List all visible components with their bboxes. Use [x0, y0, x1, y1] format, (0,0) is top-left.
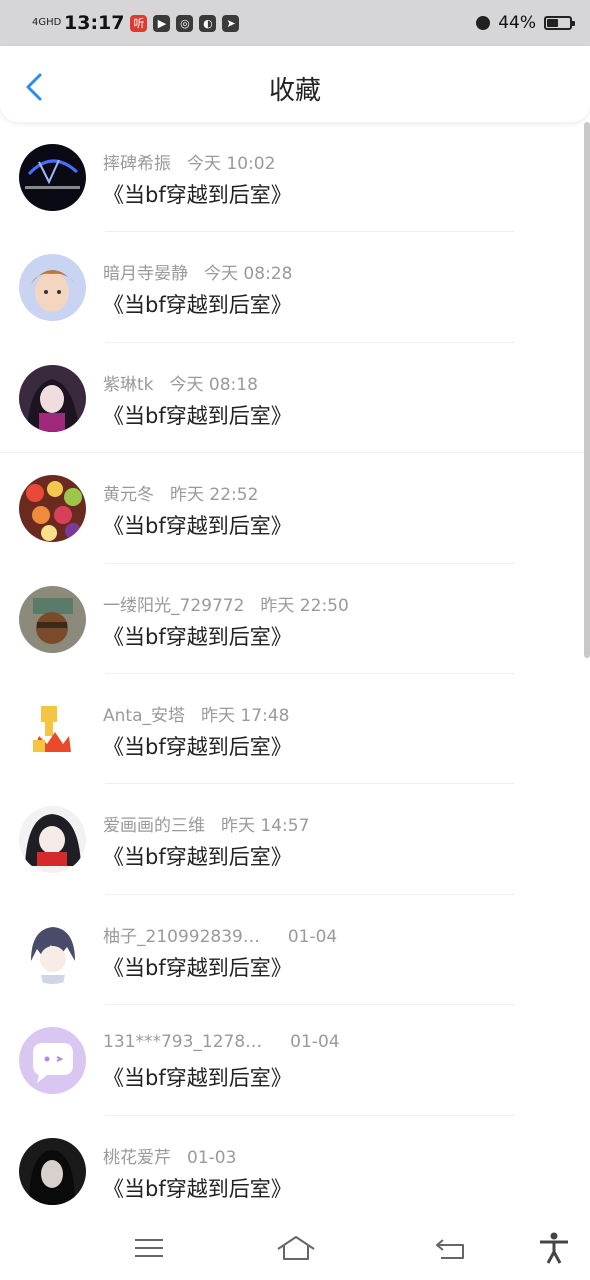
list-item[interactable]: Anta_安塔 昨天 17:48 《当bf穿越到后室》	[0, 674, 590, 785]
username[interactable]: 桃花爱芹	[103, 1148, 171, 1168]
favorites-list[interactable]: 摔碑希振 今天 10:02 《当bf穿越到后室》 暗月寺晏静 今天 08:28 《当…	[0, 122, 590, 1216]
list-item[interactable]: 131***793_1278… 01-04 《当bf穿越到后室》	[0, 1005, 590, 1116]
timestamp: 01-03	[187, 1147, 237, 1168]
avatar[interactable]	[19, 1027, 86, 1095]
username[interactable]: 暗月寺晏静	[103, 264, 188, 284]
menu-icon[interactable]	[131, 1232, 167, 1264]
comment-text[interactable]: 《当bf穿越到后室》	[103, 400, 292, 430]
status-time: 13:17	[64, 12, 125, 34]
list-item[interactable]: 紫琳tk 今天 08:18 《当bf穿越到后室》	[0, 343, 590, 454]
timestamp: 今天 10:02	[187, 154, 276, 174]
comment-text[interactable]: 《当bf穿越到后室》	[103, 1173, 292, 1203]
list-item[interactable]: 黄元冬 昨天 22:52 《当bf穿越到后室》	[0, 453, 590, 564]
list-item[interactable]: 一缕阳光_729772 昨天 22:50 《当bf穿越到后室》	[0, 564, 590, 674]
avatar[interactable]	[19, 144, 86, 211]
status-bar: 4GHD 13:17 听 ▶ ◎ ◐ ➤ 44%	[0, 0, 590, 46]
comment-text[interactable]: 《当bf穿越到后室》	[103, 289, 292, 319]
comment-text[interactable]: 《当bf穿越到后室》	[103, 621, 292, 651]
comment-text[interactable]: 《当bf穿越到后室》	[103, 841, 292, 871]
comment-text[interactable]: 《当bf穿越到后室》	[103, 1062, 292, 1092]
battery-icon	[544, 16, 575, 30]
avatar[interactable]	[19, 475, 86, 543]
avatar[interactable]	[19, 695, 86, 763]
video-app-icon: ▶	[153, 14, 171, 32]
username[interactable]: 紫琳tk	[103, 375, 154, 395]
username[interactable]: 柚子_210992839…	[103, 927, 260, 947]
username[interactable]: 一缕阳光_729772	[103, 596, 244, 616]
timestamp: 今天 08:28	[204, 264, 293, 285]
avatar[interactable]	[19, 806, 86, 874]
avatar[interactable]	[19, 364, 86, 432]
comment-text[interactable]: 《当bf穿越到后室》	[103, 510, 292, 540]
return-icon[interactable]	[433, 1232, 469, 1264]
alarm-icon	[476, 16, 491, 30]
username[interactable]: 摔碑希振	[103, 154, 171, 174]
timestamp: 01-04	[287, 926, 338, 947]
accessibility-icon[interactable]	[536, 1232, 572, 1264]
timestamp: 今天 08:18	[169, 374, 258, 395]
avatar[interactable]	[19, 585, 86, 653]
compass-app-icon: ◐	[199, 14, 217, 32]
avatar[interactable]	[19, 1137, 86, 1205]
list-item[interactable]: 柚子_210992839… 01-04 《当bf穿越到后室》	[0, 895, 590, 1006]
timestamp: 昨天 22:50	[260, 595, 349, 616]
timestamp: 昨天 22:52	[170, 485, 259, 506]
username[interactable]: 爱画画的三维	[103, 816, 205, 836]
list-item[interactable]: 桃花爱芹 01-03 《当bf穿越到后室》	[0, 1116, 590, 1216]
scrollbar[interactable]	[584, 122, 590, 658]
avatar[interactable]	[19, 254, 86, 322]
avatar[interactable]	[19, 916, 86, 984]
username[interactable]: 131***793_1278…	[103, 1032, 262, 1052]
send-app-icon: ➤	[222, 14, 240, 32]
system-nav-bar	[0, 1216, 590, 1280]
list-item[interactable]: 爱画画的三维 昨天 14:57 《当bf穿越到后室》	[0, 784, 590, 895]
page-title: 收藏	[268, 76, 321, 106]
app-header: 收藏	[0, 46, 590, 122]
timestamp: 01-04	[290, 1032, 340, 1053]
list-item[interactable]: 暗月寺晏静 今天 08:28 《当bf穿越到后室》	[0, 232, 590, 343]
list-item[interactable]: 摔碑希振 今天 10:02 《当bf穿越到后室》	[0, 122, 590, 233]
username[interactable]: Anta_安塔	[103, 706, 185, 726]
timestamp: 昨天 17:48	[201, 705, 290, 726]
timestamp: 昨天 14:57	[221, 816, 310, 837]
battery-percent: 44%	[498, 13, 536, 33]
home-icon[interactable]	[275, 1232, 317, 1264]
comment-text[interactable]: 《当bf穿越到后室》	[103, 179, 292, 209]
username[interactable]: 黄元冬	[103, 485, 154, 505]
comment-text[interactable]: 《当bf穿越到后室》	[103, 731, 292, 761]
listen-app-icon: 听	[130, 14, 148, 32]
chat-app-icon: ◎	[176, 14, 194, 32]
comment-text[interactable]: 《当bf穿越到后室》	[103, 952, 292, 982]
network-indicator: 4GHD	[32, 17, 62, 28]
